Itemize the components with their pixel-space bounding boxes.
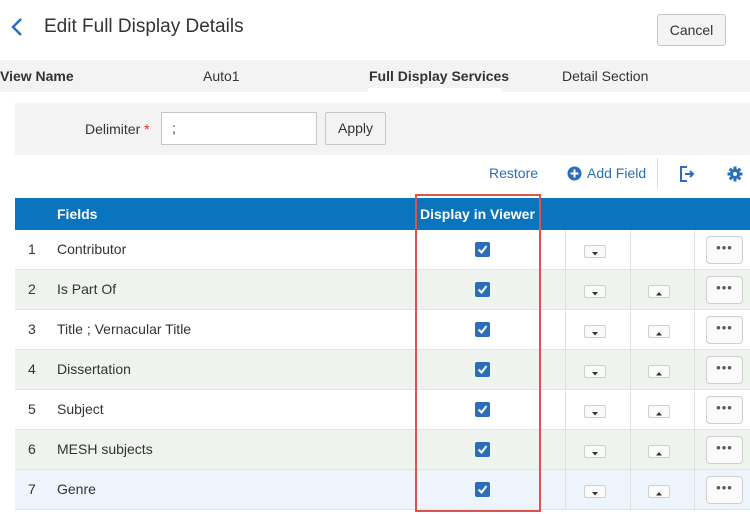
display-in-viewer-checkbox[interactable] (475, 482, 490, 497)
field-name: Title ; Vernacular Title (57, 321, 192, 337)
cancel-button[interactable]: Cancel (657, 14, 726, 46)
display-in-viewer-checkbox[interactable] (475, 442, 490, 457)
move-down-button[interactable] (584, 445, 606, 458)
page-header: Edit Full Display Details Cancel (0, 0, 750, 60)
display-in-viewer-checkbox[interactable] (475, 282, 490, 297)
row-number: 7 (28, 481, 36, 497)
back-arrow-icon[interactable] (6, 14, 28, 40)
delimiter-label: Delimiter * (85, 121, 150, 137)
add-circle-icon (567, 166, 582, 181)
gear-icon[interactable] (727, 166, 743, 182)
row-number: 4 (28, 361, 36, 377)
field-name: MESH subjects (57, 441, 153, 457)
move-up-button[interactable] (648, 325, 670, 338)
move-up-button[interactable] (648, 365, 670, 378)
table-row: 1 Contributor ••• (15, 230, 750, 270)
move-up-button[interactable] (648, 485, 670, 498)
row-number: 1 (28, 241, 36, 257)
export-icon[interactable] (678, 165, 696, 183)
row-number: 6 (28, 441, 36, 457)
row-number: 3 (28, 321, 36, 337)
field-name: Genre (57, 481, 96, 497)
move-down-button[interactable] (584, 245, 606, 258)
display-in-viewer-checkbox[interactable] (475, 242, 490, 257)
more-options-button[interactable]: ••• (706, 236, 743, 264)
move-down-button[interactable] (584, 485, 606, 498)
move-down-button[interactable] (584, 285, 606, 298)
row-number: 5 (28, 401, 36, 417)
toolbar-divider (657, 158, 658, 188)
move-down-button[interactable] (584, 405, 606, 418)
row-number: 2 (28, 281, 36, 297)
table-row: 6 MESH subjects ••• (15, 430, 750, 470)
field-name: Dissertation (57, 361, 131, 377)
restore-link[interactable]: Restore (489, 165, 538, 181)
table-row: 2 Is Part Of ••• (15, 270, 750, 310)
more-options-button[interactable]: ••• (706, 276, 743, 304)
add-field-link[interactable]: Add Field (587, 165, 646, 181)
table-row: 4 Dissertation ••• (15, 350, 750, 390)
field-name: Is Part Of (57, 281, 117, 297)
more-options-button[interactable]: ••• (706, 436, 743, 464)
column-header-fields: Fields (57, 206, 98, 222)
table-row: 5 Subject ••• (15, 390, 750, 430)
move-down-button[interactable] (584, 365, 606, 378)
more-options-button[interactable]: ••• (706, 316, 743, 344)
apply-button[interactable]: Apply (325, 112, 386, 145)
display-in-viewer-checkbox[interactable] (475, 402, 490, 417)
delimiter-input[interactable]: ; (161, 112, 317, 145)
tab-detail-section[interactable]: Detail Section (562, 60, 648, 92)
more-options-button[interactable]: ••• (706, 356, 743, 384)
table-row: 7 Genre ••• (15, 470, 750, 510)
required-marker: * (144, 121, 150, 137)
display-in-viewer-checkbox[interactable] (475, 362, 490, 377)
page-title: Edit Full Display Details (44, 16, 244, 37)
move-up-button[interactable] (648, 285, 670, 298)
field-name: Contributor (57, 241, 127, 257)
table-header: Fields Display in Viewer (15, 198, 750, 230)
table-row: 3 Title ; Vernacular Title ••• (15, 310, 750, 350)
column-header-display-in-viewer: Display in Viewer (420, 206, 535, 222)
more-options-button[interactable]: ••• (706, 476, 743, 504)
more-options-button[interactable]: ••• (706, 396, 743, 424)
view-name-label: View Name (0, 68, 74, 84)
active-tab-indicator (368, 88, 502, 92)
move-up-button[interactable] (648, 445, 670, 458)
move-up-button[interactable] (648, 405, 670, 418)
view-name-value: Auto1 (203, 68, 240, 84)
display-in-viewer-checkbox[interactable] (475, 322, 490, 337)
move-down-button[interactable] (584, 325, 606, 338)
field-name: Subject (57, 401, 104, 417)
